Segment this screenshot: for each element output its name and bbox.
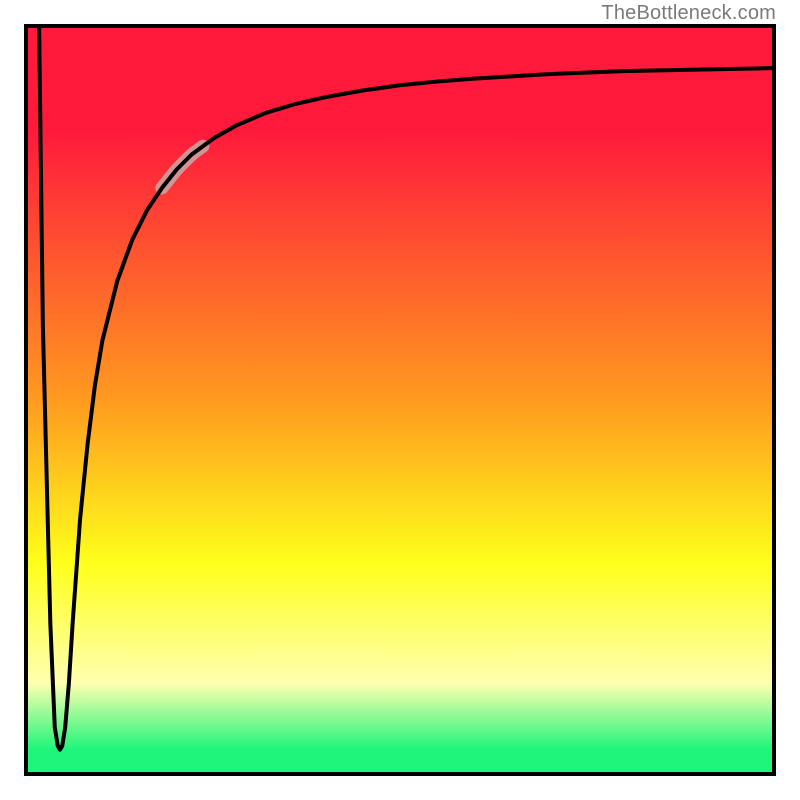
- watermark-text: TheBottleneck.com: [601, 2, 776, 25]
- gradient-background: [28, 28, 772, 772]
- bottleneck-chart: [28, 28, 772, 772]
